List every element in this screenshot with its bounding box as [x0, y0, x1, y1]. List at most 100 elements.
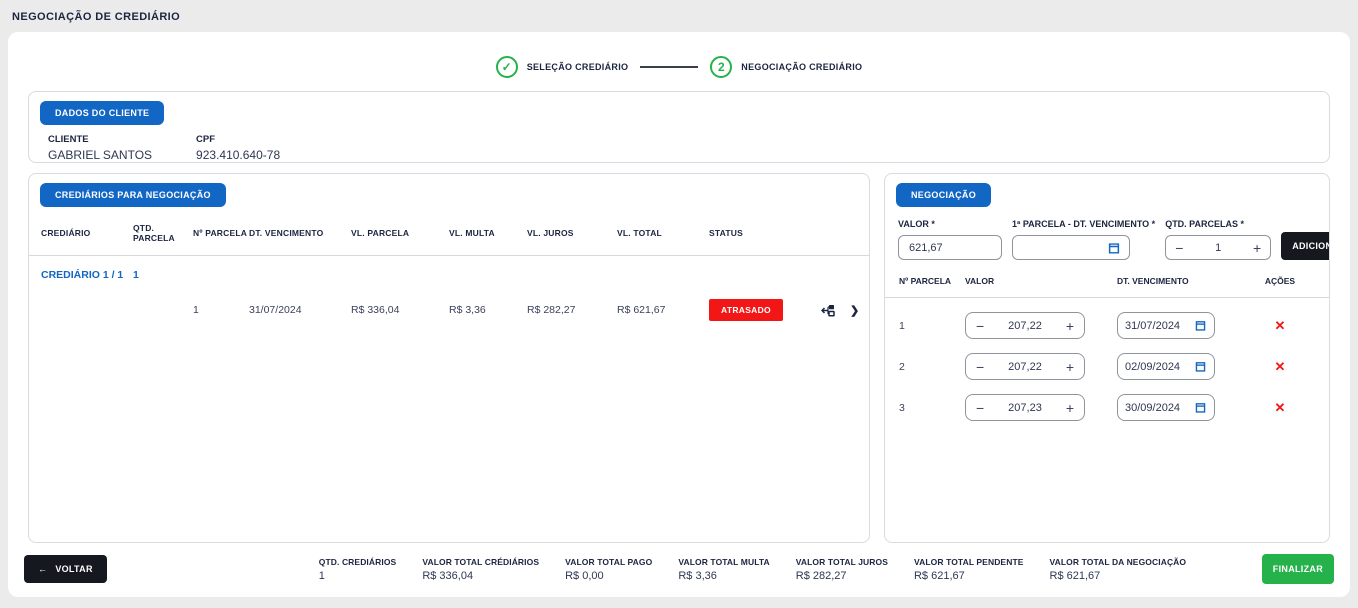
calendar-icon[interactable] [1107, 241, 1121, 255]
parcela-date-value: 31/07/2024 [1125, 320, 1180, 332]
qtd-parcelas-value: 1 [1215, 242, 1221, 254]
remove-parcela-icon[interactable]: ✕ [1269, 399, 1292, 417]
crediario-group-row[interactable]: CREDIÁRIO 1 / 1 1 [29, 269, 869, 281]
crediario-group-qtd: 1 [133, 269, 193, 281]
minus-icon[interactable]: − [976, 360, 984, 374]
col-vl-total: VL. TOTAL [617, 228, 709, 238]
chevron-right-icon[interactable]: ❯ [850, 304, 859, 317]
stat-valor-total-juros: VALOR TOTAL JUROS R$ 282,27 [796, 557, 888, 582]
client-name-field: CLIENTE GABRIEL SANTOS [48, 134, 152, 162]
parcelas-table-header: Nº PARCELA VALOR DT. VENCIMENTO AÇÕES [885, 276, 1329, 298]
step-negociacao-crediario[interactable]: 2 NEGOCIAÇÃO CREDIÁRIO [710, 56, 862, 78]
stepper-connector [640, 66, 698, 68]
voltar-button[interactable]: ← VOLTAR [24, 555, 107, 583]
parcela-valor-value: 207,23 [1008, 402, 1042, 414]
plus-icon[interactable]: + [1253, 241, 1261, 255]
crediarios-card: CREDIÁRIOS PARA NEGOCIAÇÃO CREDIÁRIO QTD… [28, 173, 870, 543]
footer-stats: QTD. CREDIÁRIOS 1 VALOR TOTAL CRÉDIÁRIOS… [319, 557, 1186, 582]
col-dt-vencimento: DT. VENCIMENTO [249, 228, 351, 238]
client-fields: CLIENTE GABRIEL SANTOS CPF 923.410.640-7… [48, 134, 1329, 162]
stat-valor-total-pendente: VALOR TOTAL PENDENTE R$ 621,67 [914, 557, 1024, 582]
cell-n-parcela: 1 [193, 304, 249, 316]
parcela-date-value: 30/09/2024 [1125, 402, 1180, 414]
step-label: SELEÇÃO CREDIÁRIO [527, 62, 629, 72]
step-selecao-crediario[interactable]: ✓ SELEÇÃO CREDIÁRIO [496, 56, 629, 78]
cell-vl-parcela: R$ 336,04 [351, 304, 449, 316]
check-icon: ✓ [496, 56, 518, 78]
client-name-value: GABRIEL SANTOS [48, 148, 152, 162]
minus-icon[interactable]: − [976, 401, 984, 415]
valor-input[interactable] [907, 241, 993, 255]
col-dt-vencimento: DT. VENCIMENTO [1117, 276, 1245, 286]
stat-qtd-crediarios: QTD. CREDIÁRIOS 1 [319, 557, 397, 582]
footer-bar: ← VOLTAR QTD. CREDIÁRIOS 1 VALOR TOTAL C… [8, 554, 1350, 597]
qtd-parcelas-field: QTD. PARCELAS * − 1 + [1165, 219, 1271, 260]
parcela-date-value: 02/09/2024 [1125, 361, 1180, 373]
stepper: ✓ SELEÇÃO CREDIÁRIO 2 NEGOCIAÇÃO CREDIÁR… [8, 32, 1350, 78]
calendar-icon[interactable] [1194, 319, 1207, 332]
parcela-date-input[interactable]: 02/09/2024 [1117, 353, 1215, 380]
client-name-label: CLIENTE [48, 134, 152, 145]
qtd-parcelas-label: QTD. PARCELAS * [1165, 219, 1271, 229]
adicionar-button[interactable]: ADICIONAR [1281, 232, 1330, 260]
parcela-valor-stepper[interactable]: − 207,23 + [965, 394, 1085, 421]
parcela-number: 3 [899, 402, 965, 414]
stat-valor-total-pago: VALOR TOTAL PAGO R$ 0,00 [565, 557, 652, 582]
primeira-parcela-label: 1ª PARCELA - DT. VENCIMENTO * [1012, 219, 1155, 229]
col-vl-juros: VL. JUROS [527, 228, 617, 238]
primeira-parcela-field: 1ª PARCELA - DT. VENCIMENTO * [1012, 219, 1155, 260]
client-cpf-label: CPF [196, 134, 280, 145]
stat-valor-total-multa: VALOR TOTAL MULTA R$ 3,36 [678, 557, 769, 582]
minus-icon[interactable]: − [976, 319, 984, 333]
client-cpf-value: 923.410.640-78 [196, 148, 280, 162]
parcela-number: 2 [899, 361, 965, 373]
primeira-parcela-date-input[interactable] [1012, 235, 1130, 260]
col-valor: VALOR [965, 276, 1117, 286]
minus-icon[interactable]: − [1175, 241, 1183, 255]
col-n-parcela: Nº PARCELA [193, 228, 249, 238]
calendar-icon[interactable] [1194, 360, 1207, 373]
finalizar-button[interactable]: FINALIZAR [1262, 554, 1334, 584]
calendar-icon[interactable] [1194, 401, 1207, 414]
back-arrow-icon: ← [38, 564, 47, 574]
col-vl-multa: VL. MULTA [449, 228, 527, 238]
col-crediario: CREDIÁRIO [41, 228, 133, 238]
cell-vl-juros: R$ 282,27 [527, 304, 617, 316]
remove-parcela-icon[interactable]: ✕ [1269, 358, 1292, 376]
crediarios-card-badge: CREDIÁRIOS PARA NEGOCIAÇÃO [40, 183, 226, 207]
crediario-group-name: CREDIÁRIO 1 / 1 [41, 269, 133, 281]
parcela-row: 3 − 207,23 + 30/09/2024 [885, 394, 1329, 421]
col-vl-parcela: VL. PARCELA [351, 228, 449, 238]
col-n-parcela: Nº PARCELA [899, 276, 965, 286]
client-data-card: DADOS DO CLIENTE CLIENTE GABRIEL SANTOS … [28, 91, 1330, 163]
stat-valor-total-crediarios: VALOR TOTAL CRÉDIÁRIOS R$ 336,04 [422, 557, 539, 582]
negociacao-form: VALOR * 1ª PARCELA - DT. VENCIMENTO * [885, 207, 1329, 260]
qtd-parcelas-stepper[interactable]: − 1 + [1165, 235, 1271, 260]
col-acoes: AÇÕES [1245, 276, 1315, 286]
valor-label: VALOR * [898, 219, 1002, 229]
cell-vl-total: R$ 621,67 [617, 304, 709, 316]
plus-icon[interactable]: + [1066, 401, 1074, 415]
parcela-valor-stepper[interactable]: − 207,22 + [965, 312, 1085, 339]
cell-dt-vencimento: 31/07/2024 [249, 304, 351, 316]
parcela-number: 1 [899, 320, 965, 332]
plus-icon[interactable]: + [1066, 319, 1074, 333]
col-status: STATUS [709, 228, 821, 238]
parcela-valor-value: 207,22 [1008, 361, 1042, 373]
plus-icon[interactable]: + [1066, 360, 1074, 374]
parcela-date-input[interactable]: 30/09/2024 [1117, 394, 1215, 421]
main-panel: ✓ SELEÇÃO CREDIÁRIO 2 NEGOCIAÇÃO CREDIÁR… [8, 32, 1350, 597]
parcela-valor-stepper[interactable]: − 207,22 + [965, 353, 1085, 380]
page-title: NEGOCIAÇÃO DE CREDIÁRIO [0, 0, 1358, 32]
client-cpf-field: CPF 923.410.640-78 [196, 134, 280, 162]
remove-parcela-icon[interactable]: ✕ [1269, 317, 1292, 335]
stat-valor-total-negociacao: VALOR TOTAL DA NEGOCIAÇÃO R$ 621,67 [1050, 557, 1187, 582]
parcela-date-input[interactable]: 31/07/2024 [1117, 312, 1215, 339]
step-label: NEGOCIAÇÃO CREDIÁRIO [741, 62, 862, 72]
cell-vl-multa: R$ 3,36 [449, 304, 527, 316]
branch-icon[interactable] [821, 304, 836, 317]
negociacao-card: NEGOCIAÇÃO VALOR * 1ª PARCELA - DT. VENC… [884, 173, 1330, 543]
status-badge: ATRASADO [709, 299, 783, 321]
negociacao-card-badge: NEGOCIAÇÃO [896, 183, 991, 207]
parcela-valor-value: 207,22 [1008, 320, 1042, 332]
